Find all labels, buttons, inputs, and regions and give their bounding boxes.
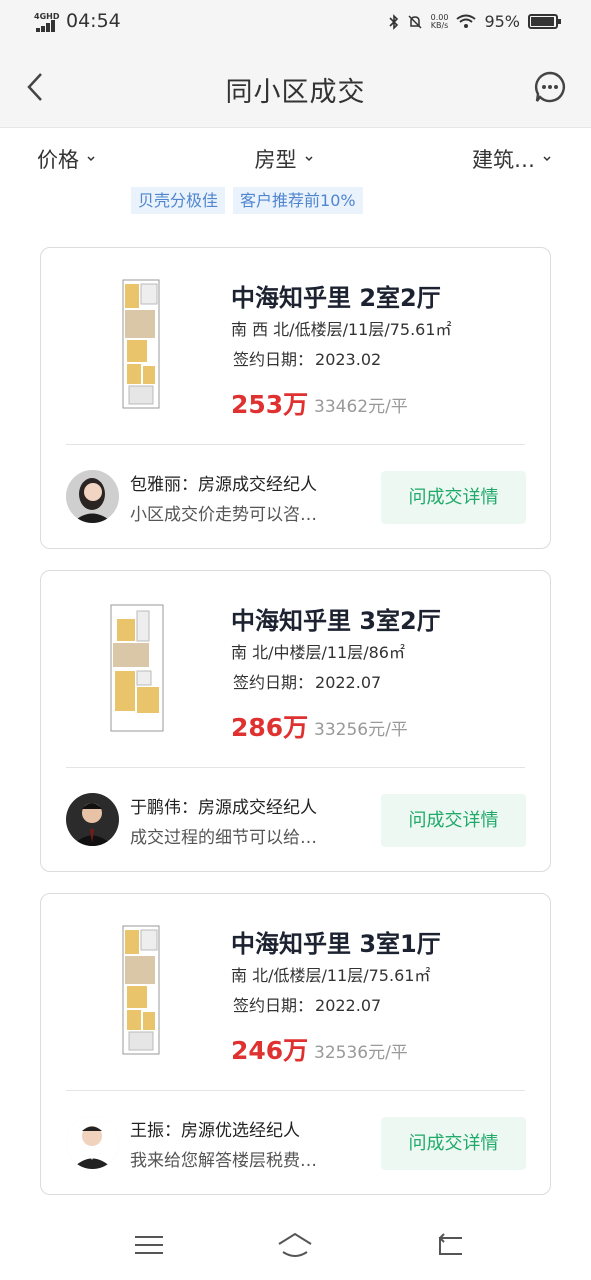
- home-icon[interactable]: [277, 1230, 313, 1260]
- total-price: 246万: [231, 1036, 309, 1065]
- total-price: 286万: [231, 713, 309, 742]
- avatar[interactable]: [66, 1116, 119, 1169]
- page-title: 同小区成交: [225, 77, 366, 108]
- net-speed: 0.00 KB/s: [430, 12, 449, 30]
- agent-name: 包雅丽：房源成交经纪人: [130, 475, 317, 495]
- total-price: 253万: [231, 390, 309, 419]
- unit-price: 33256元/平: [314, 720, 408, 740]
- filter-layout[interactable]: 房型: [255, 144, 313, 174]
- agent-tags: 贝壳分极佳 客户推荐前10%: [131, 187, 363, 214]
- filter-layout-label: 房型: [254, 148, 297, 172]
- listing-card[interactable]: 中海知乎里 3室2厅 南 北/中楼层/11层/86㎡ 签约日期： 2022.07 …: [40, 570, 551, 872]
- sign-date: 签约日期： 2023.02: [233, 350, 382, 369]
- listing-meta: 南 西 北/低楼层/11层/75.61㎡: [231, 320, 452, 339]
- filter-area-label: 建筑…: [472, 148, 535, 172]
- listing-card[interactable]: 中海知乎里 2室2厅 南 西 北/低楼层/11层/75.61㎡ 签约日期： 202…: [40, 247, 551, 549]
- chevron-down-icon: [87, 156, 95, 162]
- agent-name: 王振：房源优选经纪人: [130, 1121, 300, 1141]
- divider: [66, 444, 525, 445]
- agent-pitch: 成交过程的细节可以给…: [130, 828, 317, 848]
- ask-deal-details-button[interactable]: 问成交详情: [381, 471, 526, 524]
- floor-plan-image: [122, 925, 160, 1055]
- message-icon[interactable]: [533, 70, 567, 104]
- listing-card[interactable]: 中海知乎里 3室1厅 南 北/低楼层/11层/75.61㎡ 签约日期： 2022.…: [40, 893, 551, 1195]
- listing-meta: 南 北/中楼层/11层/86㎡: [231, 643, 405, 662]
- avatar[interactable]: [66, 470, 119, 523]
- system-nav-bar: [0, 1215, 591, 1280]
- unit-price: 33462元/平: [314, 397, 408, 417]
- ask-deal-details-button[interactable]: 问成交详情: [381, 1117, 526, 1170]
- agent-pitch: 小区成交价走势可以咨…: [130, 505, 317, 525]
- sign-date: 签约日期： 2022.07: [233, 673, 382, 692]
- battery-icon: [528, 14, 561, 29]
- listing-meta: 南 北/低楼层/11层/75.61㎡: [231, 966, 431, 985]
- battery-percent: 95%: [484, 12, 520, 31]
- chevron-down-icon: [543, 156, 551, 162]
- bluetooth-icon: [389, 13, 398, 30]
- avatar[interactable]: [66, 793, 119, 846]
- tag-badge: 贝壳分极佳: [131, 187, 226, 214]
- filter-price[interactable]: 价格: [37, 144, 95, 174]
- mute-bell-icon: [408, 14, 422, 29]
- nav-header: 同小区成交: [0, 46, 591, 128]
- divider: [66, 1090, 525, 1091]
- wifi-icon: [456, 14, 477, 28]
- clock: 04:54: [66, 10, 121, 32]
- tag-badge: 客户推荐前10%: [233, 187, 363, 214]
- filter-bar: 价格 房型 建筑…: [0, 128, 591, 190]
- divider: [66, 767, 525, 768]
- listing-title: 中海知乎里 3室1厅: [231, 930, 441, 958]
- signal-icon: [36, 20, 60, 32]
- unit-price: 32536元/平: [314, 1043, 408, 1063]
- status-bar: 4GHD 04:54 0.00 KB/s 95%: [0, 0, 591, 46]
- listing-title: 中海知乎里 2室2厅: [231, 284, 441, 312]
- sign-date: 签约日期： 2022.07: [233, 996, 382, 1015]
- filter-area[interactable]: 建筑…: [472, 144, 551, 174]
- floor-plan-image: [110, 604, 164, 732]
- ask-deal-details-button[interactable]: 问成交详情: [381, 794, 526, 847]
- listing-title: 中海知乎里 3室2厅: [231, 607, 441, 635]
- floor-plan-image: [122, 279, 160, 409]
- menu-icon[interactable]: [131, 1230, 167, 1260]
- chevron-down-icon: [304, 156, 313, 162]
- agent-name: 于鹏伟：房源成交经纪人: [130, 798, 317, 818]
- return-icon[interactable]: [432, 1230, 468, 1260]
- agent-pitch: 我来给您解答楼层税费…: [130, 1151, 317, 1171]
- filter-price-label: 价格: [37, 148, 79, 172]
